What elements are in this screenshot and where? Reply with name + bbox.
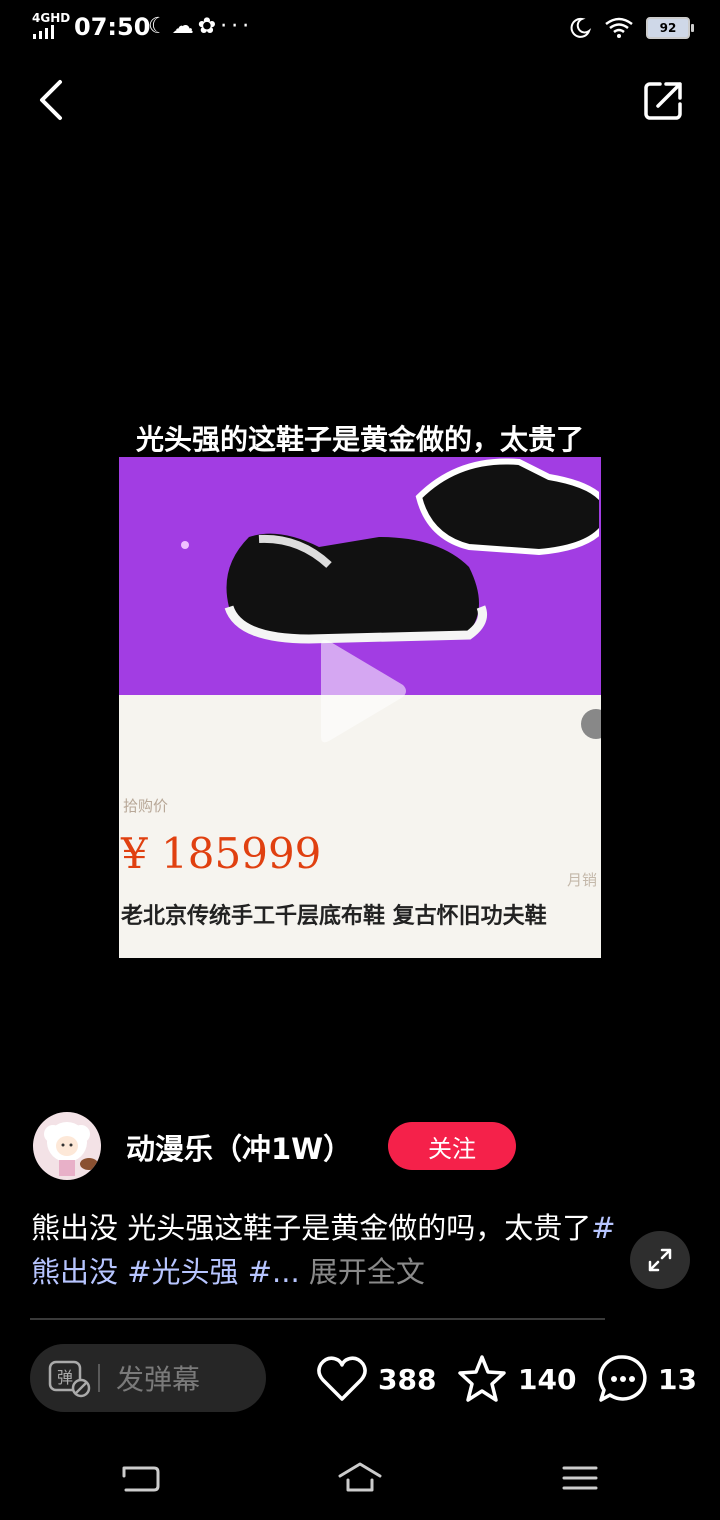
battery-icon: 92 (646, 17, 694, 39)
wifi-icon (605, 17, 633, 38)
system-menu-button[interactable] (556, 1456, 604, 1500)
star-icon (458, 1355, 506, 1402)
product-title: 老北京传统手工千层底布鞋 复古怀旧功夫鞋 (121, 904, 547, 929)
play-icon[interactable] (313, 637, 409, 745)
favorite-count: 140 (518, 1362, 577, 1396)
share-button[interactable] (642, 76, 686, 124)
comment-icon (598, 1355, 647, 1402)
system-back-button[interactable] (116, 1456, 164, 1500)
svg-text:弹: 弹 (57, 1368, 73, 1387)
clock: 07:50 (74, 13, 151, 41)
danmaku-off-icon: 弹 (48, 1360, 91, 1398)
more-dots-icon: ··· (220, 14, 254, 39)
like-button[interactable]: 388 (316, 1350, 436, 1408)
like-count: 388 (378, 1362, 437, 1396)
danmaku-input[interactable]: 弹 发弹幕 (30, 1344, 266, 1412)
expand-icon (648, 1248, 672, 1272)
signal-icon (33, 25, 54, 39)
moon-icon: ☾ (148, 14, 172, 39)
wechat-icon: ✿ (197, 14, 221, 39)
cloud-moon-icon: ☁ (171, 14, 198, 39)
comment-count: 13 (658, 1362, 697, 1396)
danmaku-placeholder: 发弹幕 (116, 1363, 201, 1396)
author-avatar[interactable] (33, 1112, 101, 1180)
network-indicator: 4GHD (32, 11, 71, 25)
battery-level: 92 (659, 21, 677, 35)
system-home-button[interactable] (336, 1456, 384, 1500)
description-text: 熊出没 光头强这鞋子是黄金做的吗，太贵了 (31, 1211, 592, 1245)
back-button[interactable] (30, 76, 74, 124)
expand-text-link[interactable]: 展开全文 (300, 1255, 425, 1289)
follow-button[interactable]: 关注 (388, 1122, 516, 1170)
notification-icons: ☾☁✿··· (148, 14, 253, 39)
price-label: 拾购价 (123, 797, 169, 815)
sheep-avatar-icon (44, 1122, 98, 1176)
video-caption: 光头强的这鞋子是黄金做的，太贵了 (135, 423, 584, 456)
post-description: 熊出没 光头强这鞋子是黄金做的吗，太贵了#熊出没 #光头强 #... 展开全文 (31, 1206, 621, 1294)
divider (30, 1318, 605, 1320)
monthly-sales-label: 月销 (566, 871, 597, 889)
fullscreen-button[interactable] (630, 1231, 690, 1289)
price: ¥ 185999 (121, 829, 322, 878)
shoe-image (224, 458, 599, 644)
comment-button[interactable]: 13 (596, 1350, 697, 1408)
moon-icon (570, 17, 592, 38)
author-name[interactable]: 动漫乐（冲1W） (126, 1126, 352, 1168)
separator (98, 1364, 100, 1392)
sparkle (181, 541, 189, 549)
heart-icon (317, 1356, 367, 1401)
favorite-button[interactable]: 140 (456, 1350, 576, 1408)
status-right: 92 (568, 14, 694, 42)
status-bar: 4GHD 07:50 ☾☁✿··· 92 (0, 0, 720, 56)
